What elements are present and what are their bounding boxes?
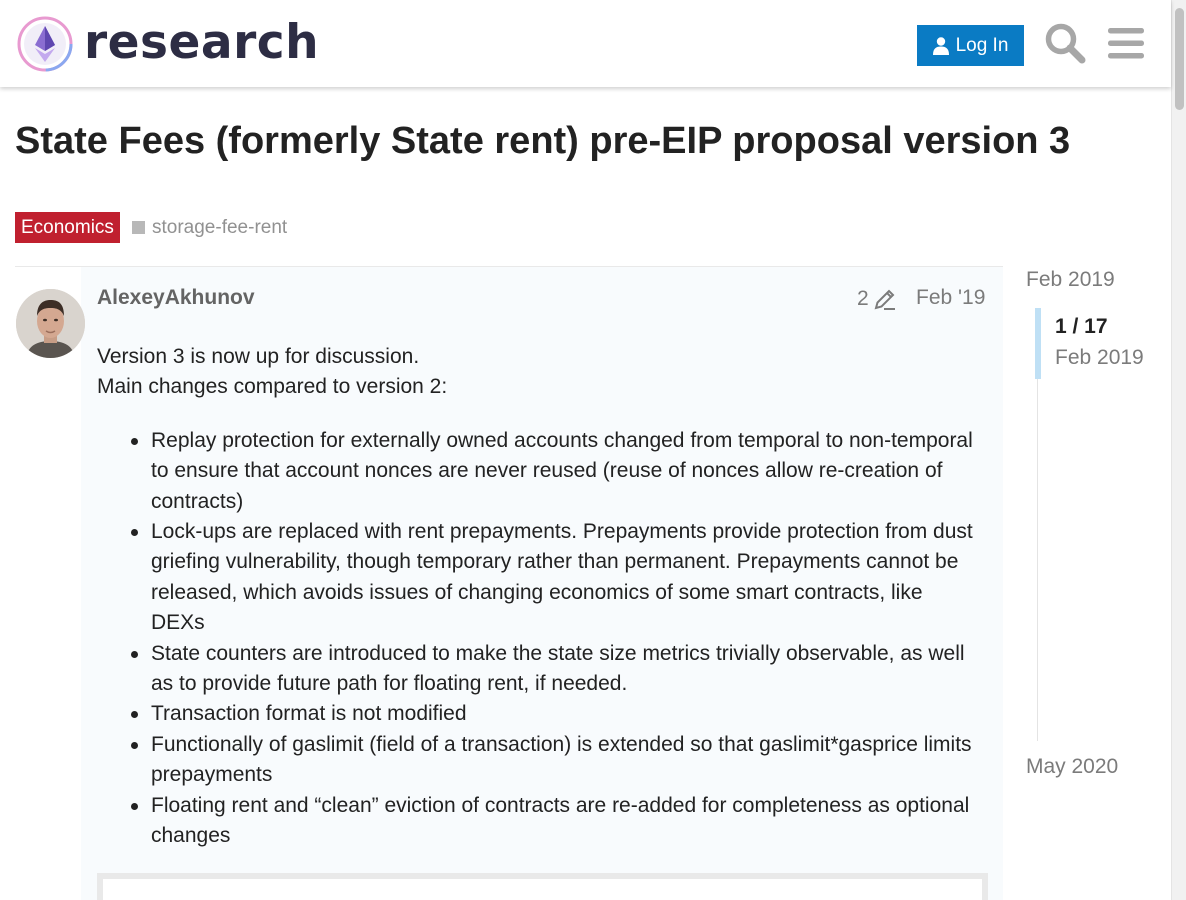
edit-count: 2 [857, 287, 869, 310]
list-item: Functionally of gaslimit (field of a tra… [131, 730, 977, 791]
edit-history[interactable]: 2 [857, 287, 897, 311]
timeline-current-date: Feb 2019 [1055, 346, 1144, 369]
timeline-position: 1 / 17 [1055, 315, 1108, 338]
category-badge[interactable]: Economics [15, 212, 120, 243]
tag-label: storage-fee-rent [152, 217, 288, 238]
timeline-end-date[interactable]: May 2020 [1026, 755, 1118, 779]
list-item: Replay protection for externally owned a… [131, 426, 977, 517]
search-icon[interactable] [1044, 22, 1086, 64]
hamburger-menu-icon[interactable] [1106, 22, 1146, 64]
post-date[interactable]: Feb '19 [916, 286, 985, 310]
list-item: State counters are introduced to make th… [131, 639, 977, 700]
list-item: Floating rent and “clean” eviction of co… [131, 791, 977, 852]
page-scrollbar[interactable] [1171, 0, 1186, 900]
site-name[interactable]: research [84, 14, 319, 72]
site-logo[interactable] [16, 15, 74, 73]
post-intro-line: Version 3 is now up for discussion. [97, 345, 420, 368]
list-item: Transaction format is not modified [131, 699, 977, 729]
scrollbar-thumb[interactable] [1175, 8, 1184, 110]
topic-title[interactable]: State Fees (formerly State rent) pre-EIP… [15, 118, 1075, 164]
list-item: Lock-ups are replaced with rent prepayme… [131, 517, 977, 639]
post-intro-line: Main changes compared to version 2: [97, 375, 448, 399]
changes-list: Replay protection for externally owned a… [131, 426, 977, 852]
user-icon [932, 36, 949, 55]
log-in-button[interactable]: Log In [917, 25, 1024, 66]
log-in-label: Log In [955, 34, 1009, 56]
avatar[interactable] [16, 289, 85, 358]
tag-square-icon [132, 221, 145, 234]
timeline-start-date[interactable]: Feb 2019 [1026, 268, 1115, 292]
post-body: Version 3 is now up for discussion. Main… [97, 342, 977, 852]
link-preview-box[interactable] [97, 873, 988, 900]
pencil-icon [874, 289, 895, 310]
post-author[interactable]: AlexeyAkhunov [97, 286, 255, 310]
timeline-handle[interactable] [1035, 308, 1041, 379]
site-header: research Log In [0, 0, 1171, 87]
topic-tag[interactable]: storage-fee-rent [132, 212, 287, 243]
